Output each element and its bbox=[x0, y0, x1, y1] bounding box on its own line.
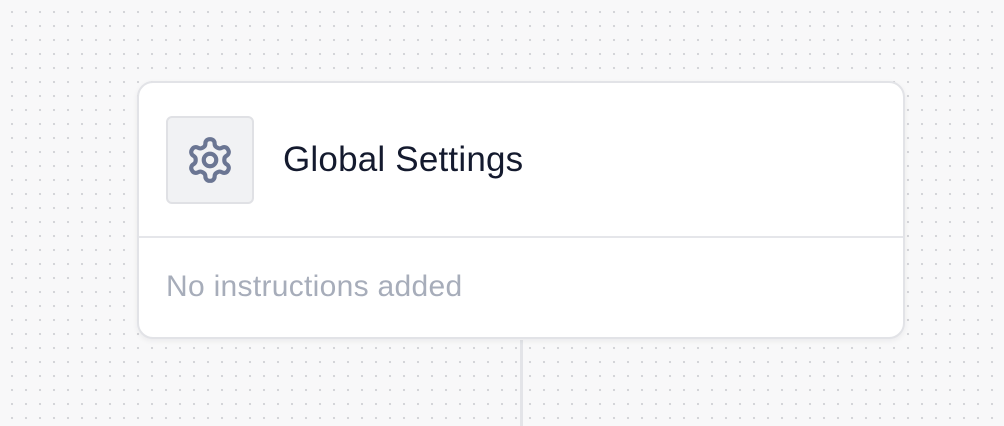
node-icon-container bbox=[166, 115, 254, 204]
node-title: Global Settings bbox=[283, 139, 524, 179]
workflow-canvas[interactable]: Global Settings No instructions added bbox=[0, 0, 1004, 426]
global-settings-node[interactable]: Global Settings No instructions added bbox=[137, 81, 905, 339]
node-instructions-section: No instructions added bbox=[139, 238, 903, 337]
empty-instructions-text: No instructions added bbox=[166, 269, 463, 303]
node-connector-line bbox=[520, 340, 523, 426]
node-header: Global Settings bbox=[139, 83, 903, 238]
gear-icon bbox=[185, 135, 235, 185]
